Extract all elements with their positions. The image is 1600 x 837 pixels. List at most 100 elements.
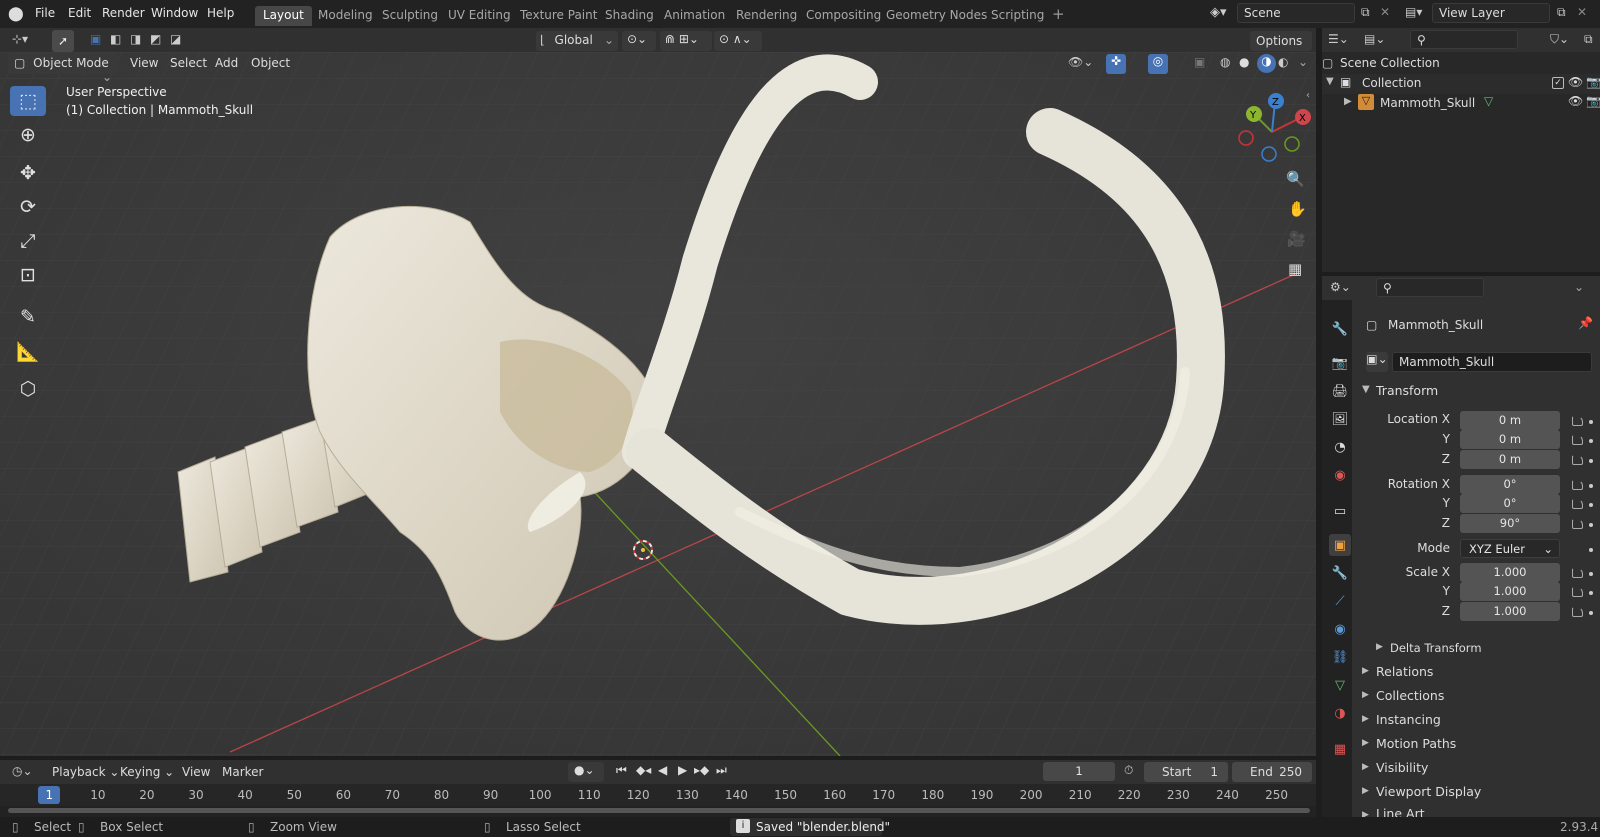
lock-scale-y-icon[interactable] <box>1572 587 1583 597</box>
scale-x-field[interactable]: 1.000 <box>1460 563 1560 582</box>
perspective-toggle-icon[interactable]: ▦ <box>1288 260 1302 278</box>
chevron-down-icon[interactable]: ⌄ <box>1574 280 1584 294</box>
shading-rendered-icon[interactable]: ◐ <box>1278 55 1288 69</box>
object-label[interactable]: Mammoth_Skull <box>1380 96 1475 110</box>
new-scene-icon[interactable]: ⧉ <box>1361 5 1370 20</box>
view-layer-icon[interactable]: ▤▾ <box>1405 5 1422 19</box>
shading-wireframe-icon[interactable]: ◍ <box>1220 55 1230 69</box>
orientation-dropdown[interactable]: ⌊ Global ⌄ <box>536 31 618 51</box>
texture-tab-icon[interactable]: ▦ <box>1329 738 1351 760</box>
properties-search-input[interactable]: ⚲ <box>1376 278 1484 297</box>
panel-viewport-display[interactable]: Viewport Display <box>1376 784 1481 799</box>
panel-motion-paths[interactable]: Motion Paths <box>1376 736 1456 751</box>
tab-compositing[interactable]: Compositing <box>798 6 889 26</box>
snap-toggle[interactable]: ⋒ ⊞⌄ <box>660 31 712 51</box>
lock-location-y-icon[interactable] <box>1572 435 1583 445</box>
lock-rotation-x-icon[interactable] <box>1572 480 1583 490</box>
tab-modeling[interactable]: Modeling <box>310 6 381 26</box>
output-tab-icon[interactable]: 🖨 <box>1329 380 1351 402</box>
panel-relations[interactable]: Relations <box>1376 664 1433 679</box>
lock-location-x-icon[interactable] <box>1572 416 1583 426</box>
expand-arrow-icon[interactable]: ▶ <box>1362 786 1369 796</box>
object-name-input[interactable]: Mammoth_Skull <box>1392 352 1592 372</box>
play-reverse-icon[interactable]: ◀ <box>658 763 667 777</box>
transform-tool-icon[interactable]: ⊡ <box>10 260 46 290</box>
viewport-menu-object[interactable]: Object <box>245 53 296 73</box>
tab-sculpting[interactable]: Sculpting <box>374 6 446 26</box>
menu-file[interactable]: File <box>35 6 55 20</box>
material-tab-icon[interactable]: ◑ <box>1329 702 1351 724</box>
keyframe-dot-icon[interactable] <box>1589 572 1593 576</box>
viewport-menu-select[interactable]: Select <box>164 53 213 73</box>
expand-arrow-icon[interactable]: ▶ <box>1362 666 1369 676</box>
constraints-tab-icon[interactable]: ⛓ <box>1329 646 1351 668</box>
zoom-icon[interactable]: 🔍 <box>1286 170 1305 188</box>
menu-help[interactable]: Help <box>207 6 234 20</box>
tab-texture-paint[interactable]: Texture Paint <box>512 6 605 26</box>
expand-arrow-icon[interactable]: ▶ <box>1362 714 1369 724</box>
mesh-data-tab-icon[interactable]: ▽ <box>1329 674 1351 696</box>
add-workspace-icon[interactable]: + <box>1052 5 1065 23</box>
tab-geometry-nodes[interactable]: Geometry Nodes <box>878 6 995 26</box>
select-mode-subtract-icon[interactable]: ◨ <box>130 32 141 46</box>
panel-collections[interactable]: Collections <box>1376 688 1444 703</box>
render-tab-icon[interactable]: 📷 <box>1329 352 1351 374</box>
prev-keyframe-icon[interactable]: ◆◂ <box>636 763 651 777</box>
keyframe-dot-icon[interactable] <box>1589 484 1593 488</box>
keyframe-dot-icon[interactable] <box>1589 459 1593 463</box>
xray-toggle-icon[interactable]: ▣ <box>1194 55 1205 69</box>
lock-rotation-z-icon[interactable] <box>1572 519 1583 529</box>
annotate-tool-icon[interactable]: ✎ <box>10 302 46 332</box>
add-cube-tool-icon[interactable]: ⬡ <box>10 374 46 404</box>
delete-view-layer-icon[interactable]: ✕ <box>1577 5 1587 19</box>
new-view-layer-icon[interactable]: ⧉ <box>1557 5 1566 20</box>
outliner-editor-icon[interactable]: ☰⌄ <box>1328 32 1349 46</box>
keyframe-dot-icon[interactable] <box>1589 420 1593 424</box>
stopwatch-icon[interactable]: ⏱ <box>1124 763 1133 778</box>
camera-view-icon[interactable]: 🎥 <box>1287 230 1306 248</box>
camera-icon[interactable]: 📷 <box>1586 94 1600 108</box>
pan-hand-icon[interactable]: ✋ <box>1288 200 1307 218</box>
view-layer-field[interactable]: View Layer <box>1432 3 1550 23</box>
play-icon[interactable]: ▶ <box>678 763 687 777</box>
panel-instancing[interactable]: Instancing <box>1376 712 1441 727</box>
outliner-search-input[interactable]: ⚲ <box>1410 30 1518 49</box>
scale-z-field[interactable]: 1.000 <box>1460 602 1560 621</box>
tab-animation[interactable]: Animation <box>656 6 733 26</box>
panel-line-art[interactable]: Line Art <box>1376 806 1425 817</box>
expand-arrow-icon[interactable]: ▶ <box>1362 690 1369 700</box>
physics-tab-icon[interactable]: ◉ <box>1329 618 1351 640</box>
sidebar-toggle-icon[interactable]: ‹ <box>1306 90 1310 101</box>
eye-icon[interactable]: 👁 <box>1568 94 1583 108</box>
next-keyframe-icon[interactable]: ▸◆ <box>694 763 709 777</box>
expand-arrow-icon[interactable]: ▶ <box>1376 642 1383 652</box>
keyframe-dot-icon[interactable] <box>1589 548 1593 552</box>
shading-solid-icon[interactable]: ● <box>1239 55 1249 69</box>
data-browse-icon[interactable]: ▣⌄ <box>1366 352 1388 372</box>
select-mode-extend-icon[interactable]: ◧ <box>110 32 121 46</box>
measure-tool-icon[interactable]: 📐 <box>10 336 46 366</box>
rotate-tool-icon[interactable]: ⟳ <box>10 192 46 222</box>
scene-field[interactable]: Scene <box>1237 3 1355 23</box>
timeline-editor-icon[interactable]: ◷⌄ <box>12 764 33 778</box>
mode-dropdown[interactable]: ▢ Object Mode ⌄ <box>8 53 118 84</box>
viewport-menu-add[interactable]: Add <box>209 53 244 73</box>
location-y-field[interactable]: 0 m <box>1460 430 1560 449</box>
delete-scene-icon[interactable]: ✕ <box>1380 5 1390 19</box>
select-mode-invert-icon[interactable]: ◩ <box>150 32 161 46</box>
expand-arrow-icon[interactable]: ▼ <box>1326 76 1334 87</box>
expand-arrow-icon[interactable]: ▶ <box>1344 96 1352 107</box>
properties-editor-icon[interactable]: ⚙⌄ <box>1330 280 1351 294</box>
panel-delta-transform[interactable]: Delta Transform <box>1390 641 1482 655</box>
current-frame-field[interactable]: 1 <box>1043 762 1115 781</box>
tab-layout[interactable]: Layout <box>255 6 312 26</box>
viewport-menu-view[interactable]: View <box>124 53 164 73</box>
transform-panel-title[interactable]: Transform <box>1376 383 1438 398</box>
panel-visibility[interactable]: Visibility <box>1376 760 1428 775</box>
active-tool-icon[interactable]: ➚ <box>52 30 74 52</box>
expand-arrow-icon[interactable]: ▼ <box>1362 384 1370 395</box>
move-tool-icon[interactable]: ✥ <box>10 158 46 188</box>
blender-logo-icon[interactable]: ⬤ <box>8 6 24 22</box>
gizmo-toggle-icon[interactable]: ✜ <box>1106 54 1126 74</box>
tab-shading[interactable]: Shading <box>597 6 662 26</box>
